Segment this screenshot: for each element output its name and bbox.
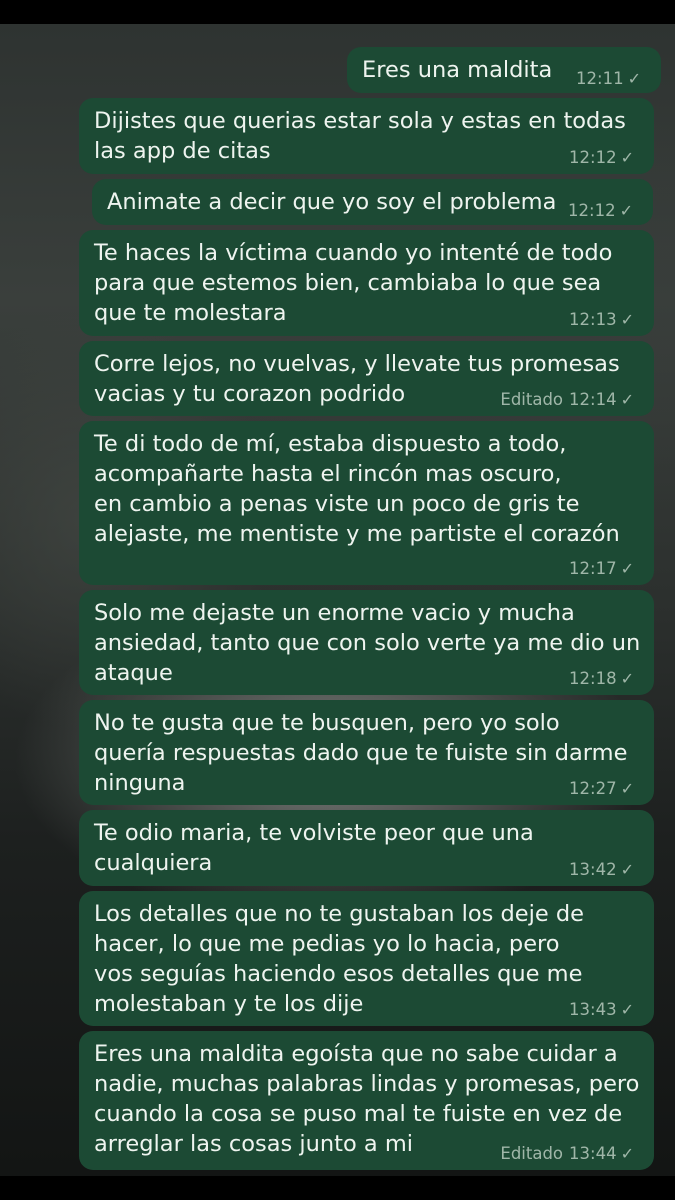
message-meta: 12:11 ✓ xyxy=(576,69,641,89)
message-meta: 12:18 ✓ xyxy=(569,669,634,689)
sent-check-icon: ✓ xyxy=(620,860,634,879)
message-text: Animate a decir que yo soy el problema xyxy=(107,189,557,215)
message-time: 12:12 xyxy=(568,201,616,220)
message-bubble[interactable]: No te gusta que te busquen, pero yo solo… xyxy=(79,700,654,805)
sent-check-icon: ✓ xyxy=(620,1000,634,1019)
chat-screen: Eres una maldita 12:11 ✓ Dijistes que que… xyxy=(0,0,675,1200)
message-bubble[interactable]: Los detalles que no te gustaban los deje… xyxy=(79,891,654,1026)
message-time: 13:43 xyxy=(569,1000,617,1019)
message-time: 12:14 xyxy=(569,390,617,409)
message-meta: 12:27 ✓ xyxy=(569,779,634,799)
message-meta: 12:13 ✓ xyxy=(569,310,634,330)
sent-check-icon: ✓ xyxy=(620,148,634,167)
message-text: Te haces la víctima cuando yo intenté de… xyxy=(94,240,613,326)
sent-check-icon: ✓ xyxy=(620,390,634,409)
message-time: 12:11 xyxy=(576,69,624,88)
message-time: 13:42 xyxy=(569,860,617,879)
sent-check-icon: ✓ xyxy=(620,559,634,578)
message-time: 12:13 xyxy=(569,310,617,329)
message-text: Solo me dejaste un enorme vacio y mucha … xyxy=(94,600,641,686)
edited-label: Editado xyxy=(500,1144,564,1163)
message-meta: Editado 12:14 ✓ xyxy=(500,390,634,410)
sent-check-icon: ✓ xyxy=(620,1144,634,1163)
message-bubble[interactable]: Solo me dejaste un enorme vacio y mucha … xyxy=(79,590,654,695)
edited-label: Editado xyxy=(500,390,564,409)
message-time: 12:27 xyxy=(569,779,617,798)
message-time: 12:18 xyxy=(569,669,617,688)
message-bubble[interactable]: Te odio maria, te volviste peor que una … xyxy=(79,810,654,886)
message-time: 12:17 xyxy=(569,559,617,578)
message-meta: 12:12 ✓ xyxy=(569,148,634,168)
message-bubble[interactable]: Dijistes que querias estar sola y estas … xyxy=(79,98,654,174)
message-text: No te gusta que te busquen, pero yo solo… xyxy=(94,710,628,796)
message-text: Te odio maria, te volviste peor que una … xyxy=(94,820,534,876)
message-text: Dijistes que querias estar sola y estas … xyxy=(94,108,626,164)
message-bubble[interactable]: Te di todo de mí, estaba dispuesto a tod… xyxy=(79,421,654,585)
message-text: Eres una maldita xyxy=(362,57,553,83)
message-meta: 13:42 ✓ xyxy=(569,860,634,880)
message-bubble[interactable]: Eres una maldita 12:11 ✓ xyxy=(347,47,661,93)
sent-check-icon: ✓ xyxy=(620,779,634,798)
message-bubble[interactable]: Eres una maldita egoísta que no sabe cui… xyxy=(79,1031,654,1170)
message-text: Te di todo de mí, estaba dispuesto a tod… xyxy=(94,431,620,547)
message-bubble[interactable]: Corre lejos, no vuelvas, y llevate tus p… xyxy=(79,341,654,416)
sent-check-icon: ✓ xyxy=(627,69,641,88)
message-meta: Editado 13:44 ✓ xyxy=(500,1144,634,1164)
message-meta: 12:17 ✓ xyxy=(569,559,634,579)
message-text: Los detalles que no te gustaban los deje… xyxy=(94,901,585,1017)
sent-check-icon: ✓ xyxy=(620,669,634,688)
message-bubble[interactable]: Te haces la víctima cuando yo intenté de… xyxy=(79,230,654,336)
sent-check-icon: ✓ xyxy=(619,201,633,220)
navigation-bar xyxy=(0,1176,675,1200)
message-meta: 13:43 ✓ xyxy=(569,1000,634,1020)
status-bar xyxy=(0,0,675,24)
message-text: Eres una maldita egoísta que no sabe cui… xyxy=(94,1041,640,1157)
message-meta: 12:12 ✓ xyxy=(568,201,633,221)
message-bubble[interactable]: Animate a decir que yo soy el problema 1… xyxy=(92,179,653,225)
message-time: 13:44 xyxy=(569,1144,617,1163)
message-time: 12:12 xyxy=(569,148,617,167)
sent-check-icon: ✓ xyxy=(620,310,634,329)
